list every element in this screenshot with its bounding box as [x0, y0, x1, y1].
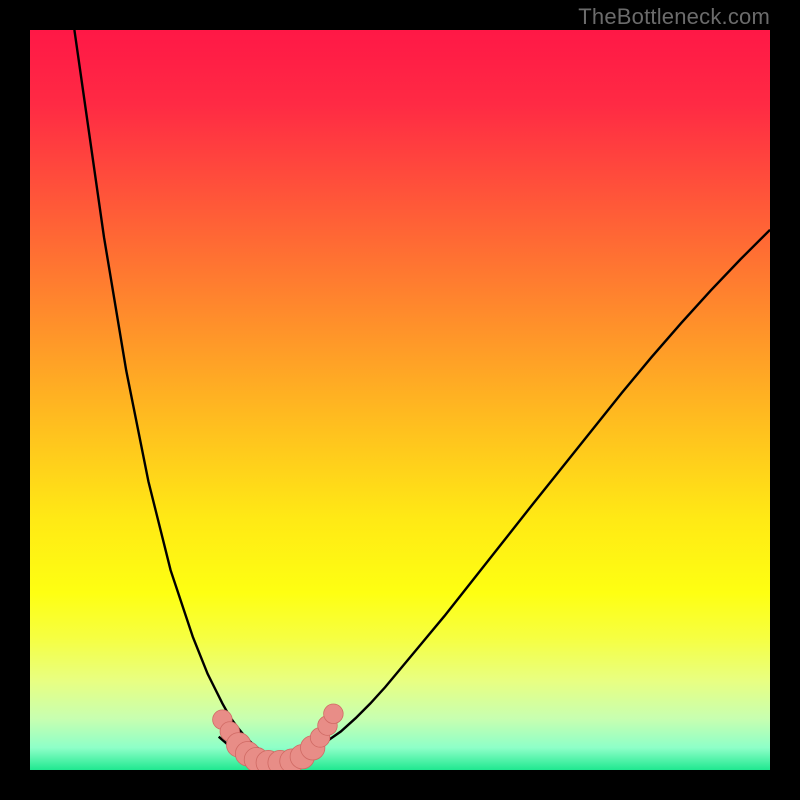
- attribution-text: TheBottleneck.com: [578, 4, 770, 30]
- marker-dot: [324, 704, 344, 724]
- plot-area: [30, 30, 770, 770]
- marker-layer: [30, 30, 770, 770]
- chart-frame: TheBottleneck.com: [0, 0, 800, 800]
- markers: [213, 704, 344, 770]
